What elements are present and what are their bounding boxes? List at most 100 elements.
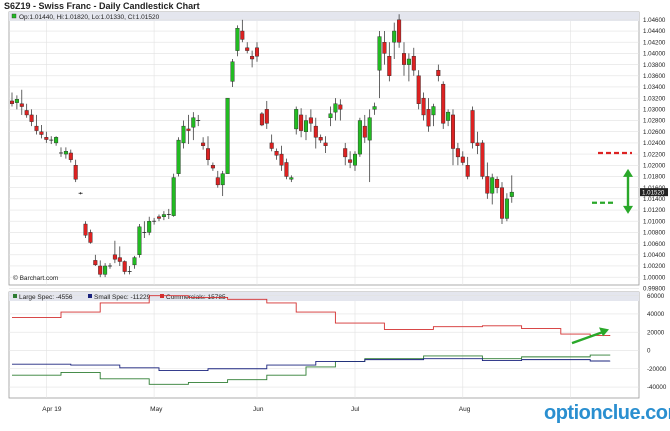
candle-up bbox=[181, 125, 186, 144]
watermark-logo: optionclue.com bbox=[544, 399, 670, 427]
y-tick-label: 1.02000 bbox=[643, 162, 666, 169]
cot-y-tick-label: 40000 bbox=[647, 311, 665, 318]
candle-down bbox=[122, 261, 127, 272]
candle-down bbox=[24, 110, 29, 116]
candle-up bbox=[235, 28, 240, 51]
y-tick-label: 1.02600 bbox=[643, 129, 666, 136]
y-tick-label: 1.03800 bbox=[643, 62, 666, 69]
y-tick-label: 1.02800 bbox=[643, 118, 666, 125]
cot-y-tick-label: 60000 bbox=[647, 293, 665, 300]
y-tick-label: 1.00000 bbox=[643, 274, 666, 281]
y-tick-label: 1.00200 bbox=[643, 263, 666, 270]
candle-down bbox=[500, 187, 505, 219]
candle-down bbox=[29, 114, 34, 122]
candle-up bbox=[147, 221, 152, 233]
x-tick-label: Jun bbox=[253, 406, 264, 413]
candle-up bbox=[171, 177, 176, 216]
candle-down bbox=[240, 30, 245, 40]
ohlc-swatch bbox=[11, 13, 17, 19]
y-tick-label: 0.99800 bbox=[643, 286, 666, 293]
candle-down bbox=[269, 142, 274, 149]
candle-up bbox=[431, 106, 436, 116]
candle-up bbox=[230, 61, 235, 82]
candle-down bbox=[485, 176, 490, 194]
candle-up bbox=[490, 177, 495, 194]
candle-down bbox=[215, 177, 220, 186]
candle-up bbox=[353, 153, 358, 166]
candle-down bbox=[416, 75, 421, 104]
y-tick-label: 1.01400 bbox=[643, 196, 666, 203]
candle-down bbox=[402, 53, 407, 65]
candle-down bbox=[259, 113, 264, 126]
candle-down bbox=[156, 216, 161, 219]
y-tick-label: 1.02200 bbox=[643, 151, 666, 158]
candle-down bbox=[9, 100, 14, 104]
cot-y-tick-label: -20000 bbox=[647, 366, 667, 373]
candle-down bbox=[186, 128, 191, 131]
candle-up bbox=[176, 139, 181, 174]
candle-down bbox=[308, 117, 313, 124]
y-tick-label: 1.03000 bbox=[643, 107, 666, 114]
ohlc-readout: Op:1.01440, Hi:1.01820, Lo:1.01330, Cl:1… bbox=[19, 14, 160, 21]
candle-down bbox=[318, 137, 323, 141]
candle-down bbox=[205, 148, 210, 160]
legend-swatch-small-spec bbox=[88, 294, 92, 298]
y-tick-label: 1.00800 bbox=[643, 230, 666, 237]
candle-down bbox=[397, 19, 402, 43]
y-tick-label: 1.00600 bbox=[643, 241, 666, 248]
candle-down bbox=[210, 165, 215, 169]
candle-down bbox=[338, 104, 343, 110]
candle-up bbox=[446, 111, 451, 121]
candle-down bbox=[274, 151, 279, 156]
y-tick-label: 1.01800 bbox=[643, 174, 666, 181]
candle-down bbox=[348, 159, 353, 163]
x-tick-label: May bbox=[150, 406, 163, 413]
candle-up bbox=[54, 137, 59, 144]
candle-up bbox=[333, 103, 338, 113]
candle-up bbox=[372, 106, 377, 110]
candle-down bbox=[73, 165, 78, 180]
candle-down bbox=[411, 55, 416, 71]
candle-down bbox=[34, 125, 39, 131]
candle-down bbox=[460, 156, 465, 163]
last-price-label: 1.01520 bbox=[642, 189, 665, 196]
candle-down bbox=[495, 179, 500, 188]
y-tick-label: 1.03400 bbox=[643, 84, 666, 91]
y-tick-label: 1.02400 bbox=[643, 140, 666, 147]
candle-down bbox=[117, 257, 122, 262]
legend-label-large-spec: Large Spec: -4556 bbox=[19, 294, 73, 301]
candle-down bbox=[465, 165, 470, 177]
y-tick-label: 1.00400 bbox=[643, 252, 666, 259]
candle-up bbox=[304, 120, 309, 132]
chart-canvas: 1.04600 1.04400 1.04200 1.04000 1.03800 1.036… bbox=[8, 11, 668, 413]
candle-down bbox=[421, 97, 426, 116]
candle-down bbox=[254, 47, 259, 57]
candle-down bbox=[313, 125, 318, 138]
candle-down bbox=[44, 137, 49, 140]
candle-down bbox=[475, 142, 480, 146]
candle-down bbox=[451, 114, 456, 149]
candle-up bbox=[161, 214, 166, 217]
candle-up bbox=[328, 113, 333, 118]
y-tick-label: 1.04400 bbox=[643, 28, 666, 35]
candle-down bbox=[426, 109, 431, 127]
candle-up bbox=[103, 265, 108, 275]
candle-down bbox=[455, 148, 460, 158]
candle-down bbox=[480, 142, 485, 177]
candle-down bbox=[436, 69, 441, 76]
candle-down bbox=[68, 152, 73, 160]
candle-up bbox=[289, 177, 294, 180]
candle-up bbox=[367, 117, 372, 141]
candle-up bbox=[504, 198, 509, 219]
candle-up bbox=[63, 151, 68, 155]
cot-panel bbox=[8, 291, 640, 399]
candle-up bbox=[220, 173, 225, 186]
x-tick-label: Jul bbox=[351, 406, 360, 413]
candle-up bbox=[191, 117, 196, 128]
candle-down bbox=[19, 103, 24, 107]
candle-down bbox=[279, 153, 284, 166]
y-tick-label: 1.04600 bbox=[643, 17, 666, 24]
y-tick-label: 1.04000 bbox=[643, 51, 666, 58]
legend-swatch-large-spec bbox=[13, 294, 17, 298]
cot-y-tick-label: 20000 bbox=[647, 329, 665, 336]
